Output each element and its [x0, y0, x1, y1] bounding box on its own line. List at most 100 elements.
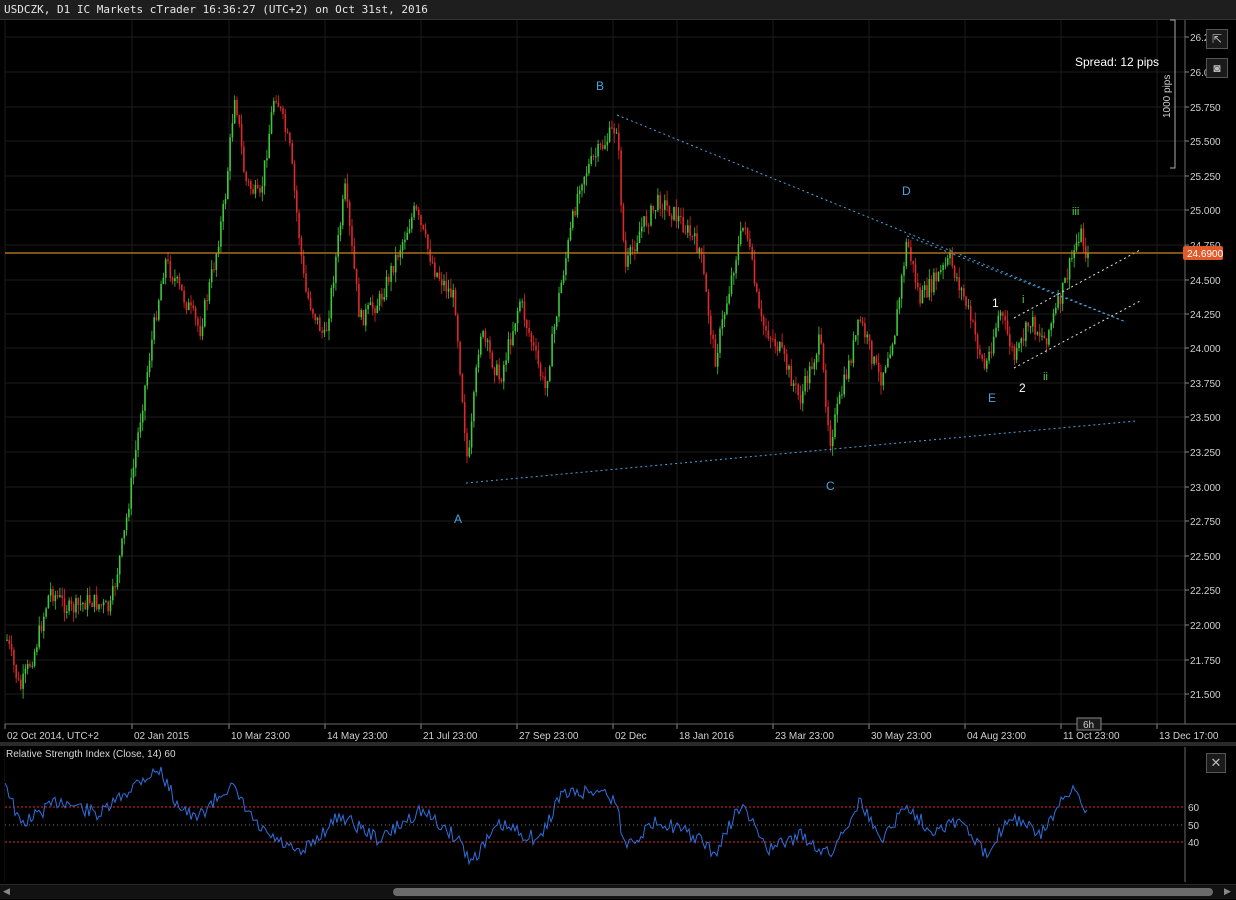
candle-body — [1002, 312, 1004, 316]
candle-body — [353, 246, 356, 269]
candle-body — [454, 290, 457, 316]
candle-body — [24, 668, 27, 674]
candle-body — [765, 325, 767, 331]
candle-body — [360, 310, 362, 318]
candle-body — [445, 280, 448, 292]
candle-body — [112, 586, 114, 601]
candle-body — [997, 315, 1000, 328]
candle-body — [254, 184, 257, 194]
candle-body — [282, 108, 284, 114]
candle-body — [486, 340, 489, 342]
candle-body — [123, 530, 126, 539]
candle-body — [1034, 316, 1036, 335]
scroll-left-icon[interactable]: ◀ — [3, 886, 10, 897]
price-panel[interactable] — [5, 20, 1185, 724]
wave-label-c: C — [826, 479, 835, 493]
time-tick-label: 11 Oct 23:00 — [1063, 731, 1120, 742]
candle-body — [231, 123, 234, 138]
candle-body — [953, 266, 956, 278]
candle-body — [392, 265, 395, 273]
candle-body — [408, 228, 411, 233]
scroll-right-icon[interactable]: ▶ — [1224, 886, 1231, 897]
horizontal-scrollbar[interactable]: ◀ ▶ — [0, 884, 1236, 899]
candle-body — [155, 317, 158, 320]
candle-body — [790, 365, 793, 386]
candle-body — [608, 127, 611, 142]
candle-body — [107, 601, 109, 612]
candle-body — [730, 275, 733, 294]
candle-body — [114, 586, 116, 588]
price-tick-label: 23.500 — [1190, 413, 1221, 424]
candle-body — [210, 269, 213, 283]
time-tick-label: 02 Oct 2014, UTC+2 — [7, 731, 99, 742]
candle-body — [544, 376, 546, 389]
candle-body — [574, 211, 576, 216]
candle-body — [537, 350, 540, 365]
candle-body — [509, 339, 512, 345]
candle-body — [967, 305, 970, 307]
candle-body — [804, 376, 806, 392]
candle-body — [682, 217, 684, 233]
wave-label-2: 2 — [1019, 381, 1026, 395]
close-icon[interactable]: ✕ — [1206, 753, 1226, 773]
candle-body — [284, 114, 287, 132]
candle-body — [618, 132, 620, 151]
candle-body — [838, 394, 841, 404]
time-tick-label: 21 Jul 23:00 — [423, 731, 478, 742]
candle-body — [132, 467, 135, 478]
candle-body — [825, 370, 827, 407]
price-tick-label: 23.000 — [1190, 483, 1221, 494]
candle-body — [700, 248, 703, 255]
candle-body — [668, 205, 671, 216]
price-tick-label: 25.500 — [1190, 137, 1221, 148]
current-price-label: 24.6900 — [1187, 249, 1224, 260]
candle-body — [1027, 322, 1029, 327]
candle-body — [144, 385, 146, 411]
candle-body — [926, 285, 928, 298]
candle-body — [843, 374, 845, 395]
price-axis[interactable] — [1185, 20, 1236, 724]
candle-body — [371, 302, 374, 309]
candle-body — [383, 297, 385, 300]
candle-body — [59, 595, 61, 597]
candle-body — [399, 250, 402, 258]
candle-body — [431, 261, 434, 263]
candle-body — [528, 327, 530, 333]
popout-icon[interactable]: ⇱ — [1206, 29, 1228, 49]
candle-body — [641, 226, 643, 232]
candle-body — [707, 291, 710, 316]
candle-body — [233, 99, 236, 124]
candle-body — [328, 318, 330, 331]
candle-body — [323, 329, 326, 333]
chart-canvas[interactable]: A B C D E 1 2 i ii iii 26.226.00025.7502… — [0, 0, 1236, 900]
candle-body — [827, 406, 829, 426]
candle-body — [572, 211, 574, 228]
candle-body — [772, 338, 774, 340]
candle-body — [215, 253, 218, 270]
candle-body — [72, 604, 75, 613]
candle-body — [712, 334, 714, 339]
candle-body — [785, 354, 788, 370]
candle-body — [852, 340, 855, 364]
candle-body — [222, 204, 224, 222]
candle-body — [339, 225, 342, 236]
candle-body — [245, 172, 247, 181]
candle-body — [190, 302, 192, 306]
candle-body — [482, 331, 484, 337]
candle-body — [813, 362, 816, 369]
candle-body — [684, 232, 687, 234]
scrollbar-thumb[interactable] — [393, 888, 1213, 896]
camera-icon[interactable]: ◙ — [1206, 58, 1228, 78]
candle-body — [1073, 250, 1075, 258]
candle-body — [86, 595, 89, 610]
candle-body — [569, 227, 572, 241]
candle-body — [815, 354, 818, 363]
candle-body — [457, 315, 459, 342]
candle-body — [756, 283, 758, 292]
candle-body — [128, 508, 130, 518]
panel-splitter[interactable] — [0, 742, 1236, 746]
rsi-panel[interactable] — [5, 747, 1185, 882]
price-tick-label: 24.000 — [1190, 344, 1221, 355]
candle-body — [894, 335, 896, 345]
candle-body — [535, 345, 537, 351]
